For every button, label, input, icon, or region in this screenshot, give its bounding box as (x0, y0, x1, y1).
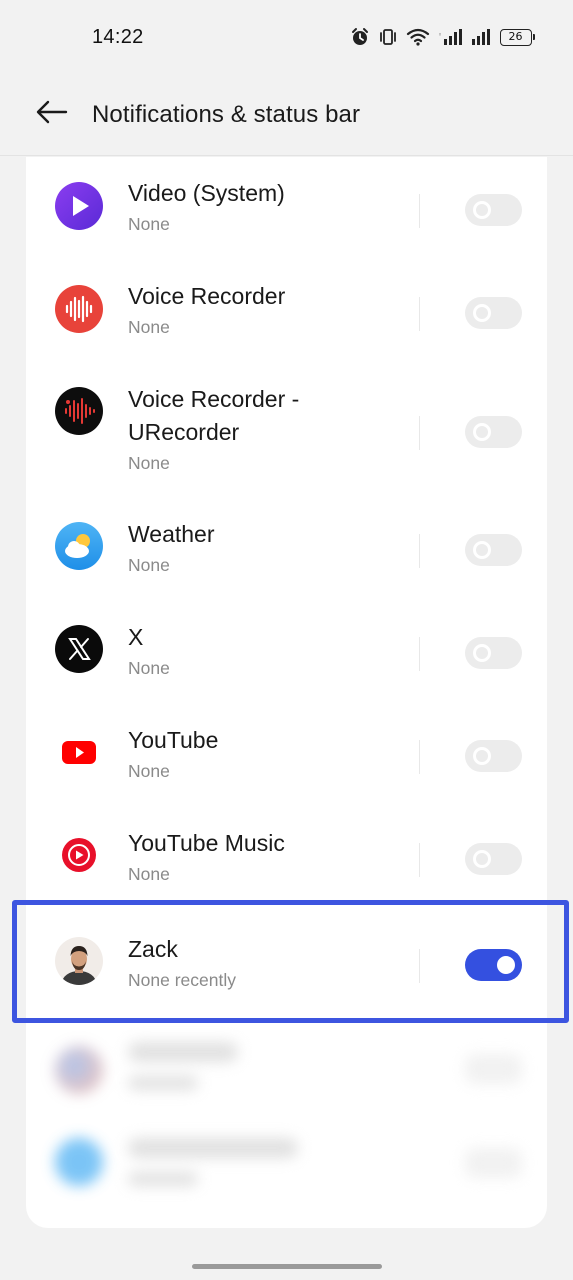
blurred-app-icon (55, 1046, 103, 1094)
list-item-voice-recorder[interactable]: Voice Recorder None (26, 262, 547, 365)
divider (419, 297, 420, 331)
list-item-youtube[interactable]: YouTube None (26, 706, 547, 809)
notification-toggle[interactable] (465, 843, 522, 875)
page-title: Notifications & status bar (92, 100, 361, 128)
status-icons: ◦ 26 (350, 27, 535, 47)
app-notification-list: Video (System) None Voice Recorder None (26, 157, 547, 1228)
status-time: 14:22 (92, 25, 144, 48)
notification-toggle[interactable] (465, 740, 522, 772)
notification-toggle[interactable] (465, 534, 522, 566)
back-button[interactable] (22, 85, 82, 145)
notification-toggle[interactable] (465, 949, 522, 981)
list-item-x[interactable]: X None (26, 603, 547, 706)
app-subtitle: None (128, 658, 170, 678)
alarm-icon (350, 27, 370, 47)
app-subtitle: None (128, 317, 170, 337)
notification-toggle[interactable] (465, 194, 522, 226)
app-subtitle: None (128, 453, 170, 473)
app-subtitle: None (128, 214, 170, 234)
urecorder-icon (55, 387, 103, 435)
app-name: Weather (128, 521, 215, 547)
blurred-app-icon (55, 1138, 103, 1186)
app-name: Zack (128, 936, 178, 962)
divider (419, 194, 420, 228)
divider (419, 637, 420, 671)
app-name: X (128, 624, 144, 650)
app-subtitle: None (128, 864, 170, 884)
status-bar: 14:22 ◦ 26 (0, 0, 573, 74)
app-name-line-1: Voice Recorder - (128, 386, 300, 412)
app-name: YouTube (128, 727, 219, 753)
home-indicator[interactable] (192, 1264, 382, 1269)
notification-toggle[interactable] (465, 637, 522, 669)
wifi-icon (406, 28, 430, 46)
app-name: Voice Recorder (128, 283, 286, 309)
weather-icon (55, 522, 103, 570)
voice-recorder-icon (55, 285, 103, 333)
app-subtitle: None (128, 555, 170, 575)
list-item-youtube-music[interactable]: YouTube Music None (26, 809, 547, 911)
battery-level: 26 (499, 28, 532, 46)
divider (419, 949, 420, 983)
avatar (55, 937, 103, 985)
list-item-zack[interactable]: Zack None recently (26, 911, 547, 1018)
x-logo-icon (55, 625, 103, 673)
divider (419, 416, 420, 450)
app-subtitle: None recently (128, 970, 236, 990)
notification-toggle[interactable] (465, 416, 522, 448)
youtube-music-icon (55, 831, 103, 879)
vibrate-icon (378, 27, 398, 47)
back-arrow-icon (36, 100, 68, 129)
list-item-video-system[interactable]: Video (System) None (26, 157, 547, 262)
svg-text:◦: ◦ (438, 31, 442, 39)
youtube-icon (55, 728, 103, 776)
signal-icon (470, 28, 492, 46)
list-item-blurred (26, 1122, 547, 1226)
list-item-weather[interactable]: Weather None (26, 500, 547, 603)
signal-icon: ◦ (438, 28, 462, 46)
top-app-bar: Notifications & status bar (0, 74, 573, 156)
divider (419, 534, 420, 568)
notification-toggle[interactable] (465, 297, 522, 329)
divider (419, 843, 420, 877)
app-name-line-2: URecorder (128, 419, 240, 445)
app-name: Video (System) (128, 180, 285, 206)
battery-icon: 26 (499, 28, 535, 46)
list-item-urecorder[interactable]: Voice Recorder - URecorder None (26, 365, 547, 500)
divider (419, 740, 420, 774)
app-name: YouTube Music (128, 830, 285, 856)
video-play-icon (55, 182, 103, 230)
app-subtitle: None (128, 761, 170, 781)
list-item-blurred (26, 1018, 547, 1122)
